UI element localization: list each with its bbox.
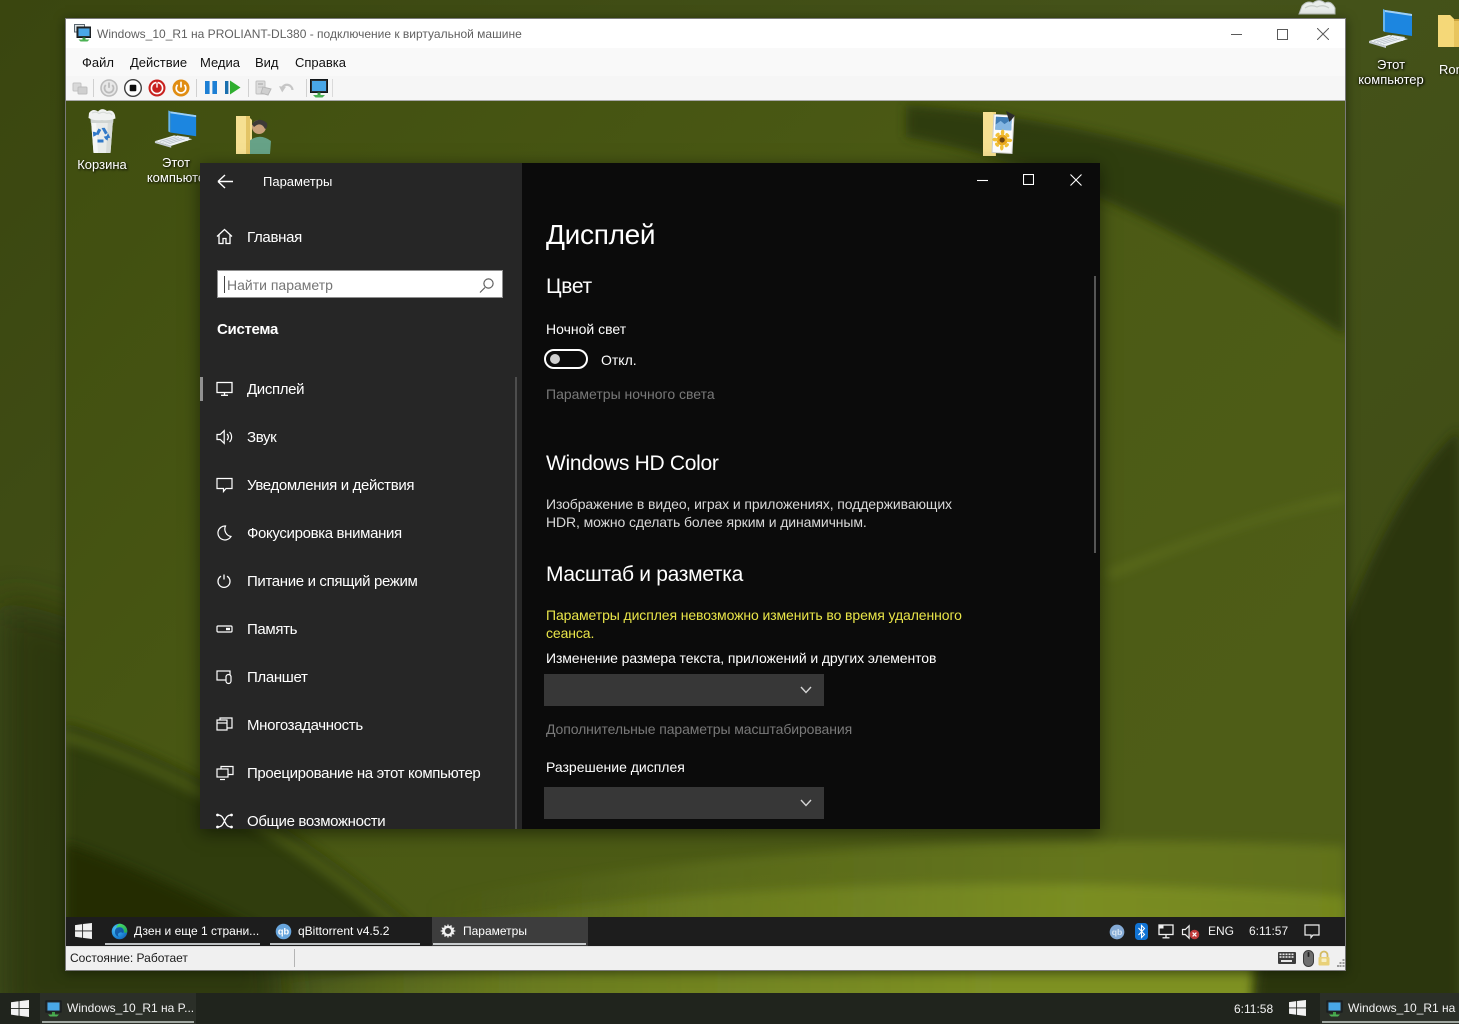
- svg-text:qb: qb: [278, 927, 290, 937]
- svg-text:qb: qb: [1112, 927, 1123, 937]
